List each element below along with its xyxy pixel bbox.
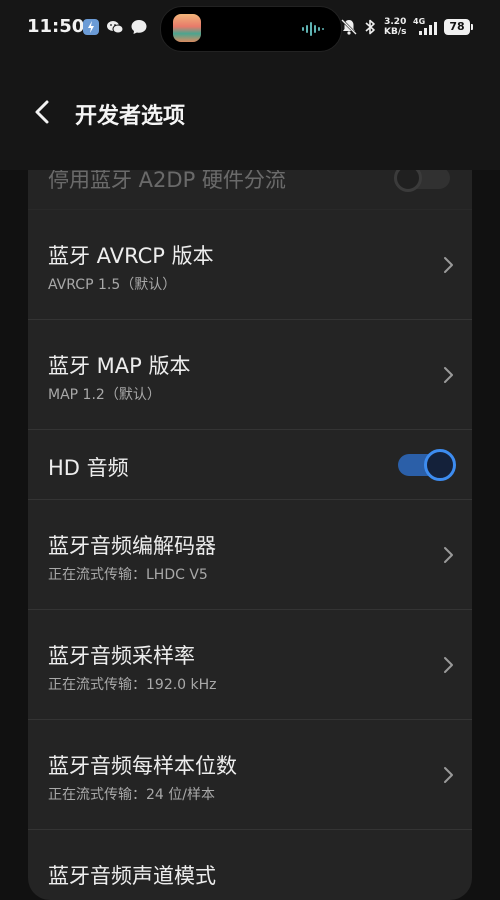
bell-muted-icon	[341, 19, 357, 35]
setting-summary: 正在流式传输：192.0 kHz	[48, 677, 217, 693]
audio-wave-icon	[302, 22, 324, 36]
network-speed: 3.20 KB/s	[384, 17, 406, 37]
network-speed-value: 3.20	[384, 17, 407, 27]
wechat-icon	[107, 21, 124, 34]
chevron-right-icon	[444, 657, 453, 673]
dynamic-island[interactable]	[160, 6, 342, 52]
setting-label: 蓝牙音频编解码器	[48, 534, 216, 558]
cellular-signal-icon	[419, 22, 437, 35]
settings-card: 停用蓝牙 A2DP 硬件分流 蓝牙 AVRCP 版本 AVRCP 1.5（默认）…	[28, 140, 472, 900]
chevron-right-icon	[444, 367, 453, 383]
status-time: 11:50	[27, 16, 85, 37]
setting-summary: 正在流式传输：LHDC V5	[48, 567, 208, 583]
message-icon	[131, 20, 147, 34]
setting-summary: 正在流式传输：24 位/样本	[48, 787, 215, 803]
chevron-right-icon	[444, 257, 453, 273]
top-bar: 11:50 3.20 KB/s 4G 78 开发者选项	[0, 0, 500, 170]
setting-label: HD 音频	[48, 456, 129, 480]
setting-label: 蓝牙音频采样率	[48, 644, 195, 668]
page-title: 开发者选项	[75, 104, 186, 129]
setting-row-audio-codec[interactable]: 蓝牙音频编解码器 正在流式传输：LHDC V5	[28, 500, 472, 610]
network-speed-unit: KB/s	[384, 27, 407, 37]
setting-summary: MAP 1.2（默认）	[48, 387, 161, 403]
chevron-right-icon	[444, 547, 453, 563]
setting-row-avrcp-version[interactable]: 蓝牙 AVRCP 版本 AVRCP 1.5（默认）	[28, 210, 472, 320]
setting-row-hd-audio[interactable]: HD 音频	[28, 430, 472, 500]
setting-row-bits-per-sample[interactable]: 蓝牙音频每样本位数 正在流式传输：24 位/样本	[28, 720, 472, 830]
chevron-right-icon	[444, 767, 453, 783]
setting-label: 蓝牙音频声道模式	[48, 864, 216, 888]
status-bar: 11:50 3.20 KB/s 4G 78	[0, 0, 500, 56]
back-chevron-icon[interactable]	[32, 98, 54, 126]
music-app-icon	[173, 14, 201, 42]
bluetooth-icon	[365, 19, 375, 35]
setting-label: 蓝牙 AVRCP 版本	[48, 244, 214, 268]
hd-audio-toggle[interactable]	[398, 449, 456, 481]
setting-row-channel-mode[interactable]: 蓝牙音频声道模式	[28, 830, 472, 900]
toggle-knob	[424, 449, 456, 481]
setting-summary: AVRCP 1.5（默认）	[48, 277, 177, 293]
setting-label: 蓝牙音频每样本位数	[48, 754, 237, 778]
setting-row-map-version[interactable]: 蓝牙 MAP 版本 MAP 1.2（默认）	[28, 320, 472, 430]
setting-row-sample-rate[interactable]: 蓝牙音频采样率 正在流式传输：192.0 kHz	[28, 610, 472, 720]
battery-indicator: 78	[444, 19, 473, 35]
a2dp-offload-toggle[interactable]	[394, 164, 450, 192]
setting-label: 蓝牙 MAP 版本	[48, 354, 191, 378]
app-notification-icon	[83, 19, 99, 35]
